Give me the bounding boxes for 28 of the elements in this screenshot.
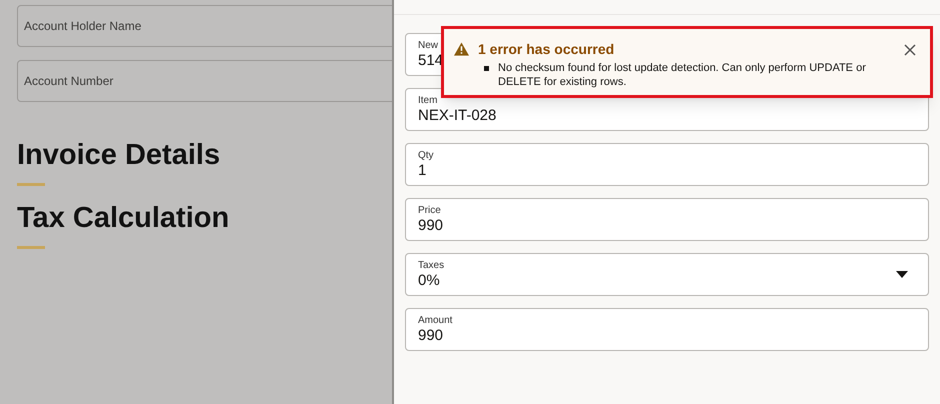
field-value: 0% xyxy=(418,272,440,290)
select-field[interactable]: Taxes 0% xyxy=(405,253,929,296)
field-label: New xyxy=(418,39,438,52)
error-title: 1 error has occurred xyxy=(478,40,616,58)
warning-icon xyxy=(454,42,469,56)
error-message: No checksum found for lost update detection. Can only perform UPDATE or DELETE for existing rows. xyxy=(498,61,867,89)
field-label: Account Holder Name xyxy=(24,18,142,35)
field-value: 514 xyxy=(418,52,444,70)
field-label: Taxes xyxy=(418,259,444,272)
input-field[interactable]: Account Holder Name xyxy=(17,5,392,47)
field-value: 1 xyxy=(418,162,426,180)
field-value: NEX-IT-028 xyxy=(418,107,496,125)
field-label: Amount xyxy=(418,314,452,327)
section-heading: Invoice Details xyxy=(17,138,222,173)
field-label: Qty xyxy=(418,149,434,162)
input-field[interactable]: Price 990 xyxy=(405,198,929,241)
section-heading: Tax Calculation xyxy=(17,201,230,236)
field-value: 990 xyxy=(418,217,444,235)
input-field[interactable]: Account Number xyxy=(17,60,392,102)
input-field[interactable]: Qty 1 xyxy=(405,143,929,186)
bullet-icon xyxy=(484,66,489,71)
input-field[interactable]: Amount 990 xyxy=(405,308,929,351)
field-label: Item xyxy=(418,94,438,107)
close-icon[interactable] xyxy=(904,44,916,56)
field-label: Account Number xyxy=(24,73,114,90)
field-label: Price xyxy=(418,204,441,217)
caret-icon xyxy=(896,271,908,278)
field-value: 990 xyxy=(418,327,444,345)
